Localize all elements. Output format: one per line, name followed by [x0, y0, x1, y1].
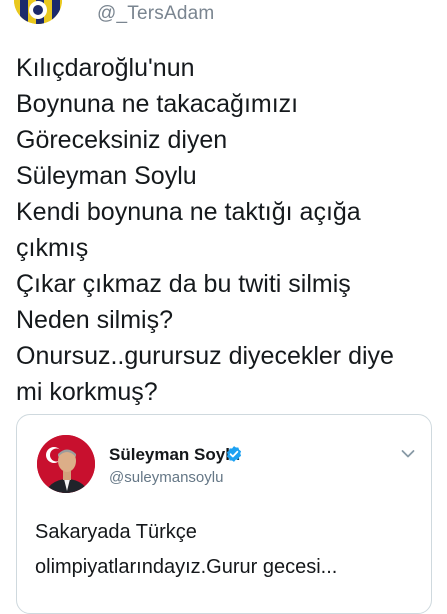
quoted-author-avatar[interactable] [37, 435, 95, 493]
verified-badge-icon [226, 446, 242, 462]
profile-photo-avatar-icon [37, 435, 95, 493]
tweet-text-line: Süleyman Soylu [16, 162, 197, 190]
quoted-tweet-text-line: olimpiyatlarındayız.Gurur gecesi... [35, 556, 338, 578]
tweet-text-line: Neden silmiş? [16, 306, 174, 334]
quoted-tweet-card[interactable]: Süleyman Soylu @suleymansoylu Sakaryada … [16, 414, 432, 614]
author-avatar[interactable] [14, 0, 62, 24]
chevron-down-icon[interactable] [401, 449, 415, 459]
quoted-tweet-text-line: Sakaryada Türkçe [35, 521, 197, 543]
quoted-tweet-text: Sakaryada Türkçe olimpiyatlarındayız.Gur… [35, 515, 425, 585]
tweet-text-line: Kılıçdaroğlu'nun [16, 54, 195, 82]
author-handle[interactable]: @_TersAdam [97, 3, 214, 25]
tweet-text-line: Göreceksiniz diyen [16, 126, 228, 154]
tweet-text-line: çıkmış [16, 234, 89, 262]
tweet-text-line: Çıkar çıkmaz da bu twiti silmiş [16, 270, 351, 298]
quoted-author-name[interactable]: Süleyman Soylu [109, 445, 240, 465]
tweet-header: @_TersAdam [0, 0, 447, 34]
quoted-author-handle[interactable]: @suleymansoylu [109, 469, 223, 486]
tweet-text-line: mi korkmuş? [16, 378, 158, 406]
tweet-text: Kılıçdaroğlu'nun Boynuna ne takacağımızı… [16, 50, 436, 410]
tweet-text-line: Kendi boynuna ne taktığı açığa [16, 198, 361, 226]
club-crest-avatar-icon [14, 0, 62, 24]
tweet-text-line: Onursuz..gurursuz diyecekler diye [16, 342, 394, 370]
tweet-text-line: Boynuna ne takacağımızı [16, 90, 299, 118]
